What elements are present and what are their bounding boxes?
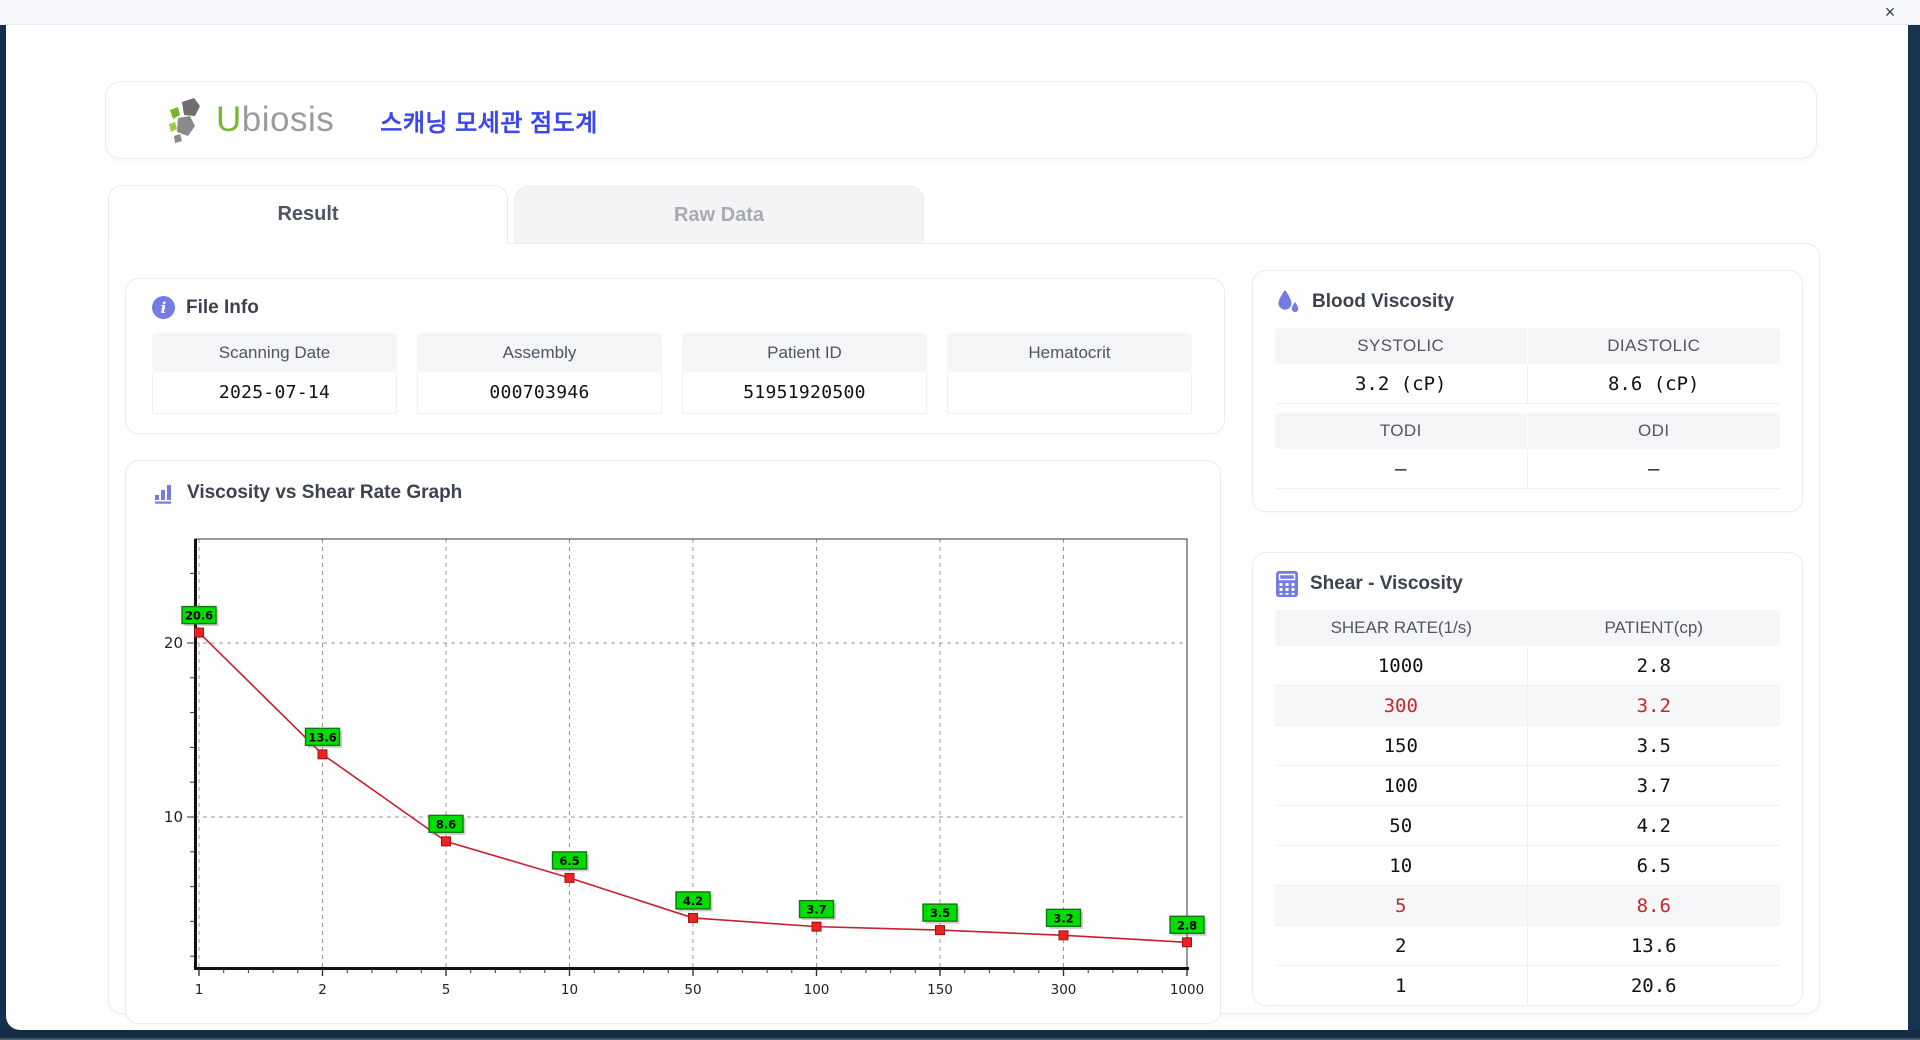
svg-text:20: 20 — [164, 634, 183, 652]
file-info-header: Patient ID — [682, 333, 927, 372]
bv-value: – — [1275, 449, 1528, 489]
bar-chart-icon — [152, 481, 176, 505]
patient-cp-cell: 20.6 — [1528, 966, 1781, 1005]
svg-text:5: 5 — [442, 982, 451, 998]
blood-viscosity-card: Blood Viscosity SYSTOLICDIASTOLIC3.2 (cP… — [1252, 270, 1803, 512]
file-info-title: File Info — [186, 297, 259, 319]
svg-text:10: 10 — [561, 982, 578, 998]
svg-text:3.2: 3.2 — [1053, 911, 1073, 925]
shear-table-row: 504.2 — [1275, 806, 1780, 846]
shear-table-row: 120.6 — [1275, 966, 1780, 1006]
blood-viscosity-title: Blood Viscosity — [1312, 291, 1454, 313]
close-icon[interactable]: × — [1878, 1, 1902, 23]
ubiosis-logo: Ubiosis — [162, 94, 334, 146]
svg-text:10: 10 — [164, 808, 183, 826]
app-title: 스캐닝 모세관 점도계 — [380, 103, 598, 138]
bv-header: SYSTOLIC — [1275, 328, 1528, 364]
patient-cp-cell: 6.5 — [1528, 846, 1781, 885]
bv-header: TODI — [1275, 413, 1528, 449]
patient-cp-cell: 3.7 — [1528, 766, 1781, 805]
file-info-value: 2025-07-14 — [152, 372, 397, 414]
header-card: Ubiosis 스캐닝 모세관 점도계 — [105, 81, 1817, 159]
svg-text:2: 2 — [318, 982, 327, 998]
file-info-value: 000703946 — [417, 372, 662, 414]
svg-text:20.6: 20.6 — [185, 609, 213, 623]
shear-viscosity-table: SHEAR RATE(1/s) PATIENT(cp) 10002.83003.… — [1275, 610, 1780, 1006]
app-window: Ubiosis 스캐닝 모세관 점도계 Result Raw Data i Fi… — [6, 25, 1908, 1030]
patient-cp-cell: 3.2 — [1528, 686, 1781, 725]
desktop-edge-bottom — [0, 1030, 1920, 1040]
shear-table-row: 3003.2 — [1275, 686, 1780, 726]
graph-card: Viscosity vs Shear Rate Graph 10 20 1 2 5 10 5… — [125, 460, 1221, 1024]
svg-text:6.5: 6.5 — [559, 854, 579, 868]
svg-text:3.7: 3.7 — [806, 903, 826, 917]
svg-text:13.6: 13.6 — [308, 730, 336, 744]
tab-result[interactable]: Result — [108, 185, 508, 244]
result-panel: i File Info Scanning Date Assembly Patient… — [108, 243, 1820, 1014]
shear-rate-cell: 100 — [1275, 766, 1528, 805]
patient-cp-cell: 3.5 — [1528, 726, 1781, 765]
blood-viscosity-table: SYSTOLICDIASTOLIC3.2 (cP)8.6 (cP)TODIODI… — [1275, 328, 1780, 489]
svg-text:4.2: 4.2 — [683, 894, 703, 908]
bv-value: 3.2 (cP) — [1275, 364, 1528, 404]
shear-viscosity-card: Shear - Viscosity SHEAR RATE(1/s) PATIEN… — [1252, 552, 1803, 1006]
bv-value: 8.6 (cP) — [1528, 364, 1781, 404]
info-icon: i — [152, 296, 175, 319]
calculator-icon — [1275, 571, 1299, 597]
svg-text:2.8: 2.8 — [1177, 918, 1197, 932]
shear-col-header: SHEAR RATE(1/s) — [1275, 610, 1528, 646]
shear-table-row: 213.6 — [1275, 926, 1780, 966]
logo-letter-u: U — [216, 100, 242, 139]
water-drops-icon — [1275, 289, 1301, 315]
svg-text:8.6: 8.6 — [436, 817, 456, 831]
svg-text:100: 100 — [804, 982, 830, 998]
svg-text:150: 150 — [927, 982, 953, 998]
svg-text:50: 50 — [684, 982, 701, 998]
shear-rate-cell: 10 — [1275, 846, 1528, 885]
shear-rate-cell: 50 — [1275, 806, 1528, 845]
file-info-headers: Scanning Date Assembly Patient ID Hematocri… — [152, 333, 1198, 372]
patient-cp-cell: 13.6 — [1528, 926, 1781, 965]
shear-table-row: 1003.7 — [1275, 766, 1780, 806]
shear-rate-cell: 5 — [1275, 886, 1528, 925]
bv-value: – — [1528, 449, 1781, 489]
file-info-card: i File Info Scanning Date Assembly Patient… — [125, 278, 1225, 434]
shear-rate-cell: 150 — [1275, 726, 1528, 765]
shear-table-row: 58.6 — [1275, 886, 1780, 926]
shear-viscosity-title: Shear - Viscosity — [1310, 573, 1463, 595]
file-info-header: Scanning Date — [152, 333, 397, 372]
logo-text: Ubiosis — [216, 100, 334, 140]
shear-rate-cell: 1000 — [1275, 646, 1528, 685]
shear-table-row: 10002.8 — [1275, 646, 1780, 686]
shear-table-row: 106.5 — [1275, 846, 1780, 886]
graph-title: Viscosity vs Shear Rate Graph — [187, 482, 462, 504]
svg-text:1: 1 — [195, 982, 204, 998]
file-info-header: Assembly — [417, 333, 662, 372]
file-info-header: Hematocrit — [947, 333, 1192, 372]
tab-raw-data[interactable]: Raw Data — [514, 186, 924, 243]
viscosity-plot-svg: 10 20 1 2 5 10 50 100 150 300 1000 20.6 13.6 8.6 6.5 4.… — [135, 529, 1215, 1019]
desktop-edge-right — [1908, 0, 1920, 1040]
bv-header: DIASTOLIC — [1528, 328, 1781, 364]
shear-rate-cell: 1 — [1275, 966, 1528, 1005]
svg-text:1000: 1000 — [1170, 982, 1204, 998]
file-info-value — [947, 372, 1192, 414]
bv-header: ODI — [1528, 413, 1781, 449]
viscosity-plot: 10 20 1 2 5 10 50 100 150 300 1000 20.6 13.6 8.6 6.5 4.… — [135, 529, 1215, 1019]
shear-table-row: 1503.5 — [1275, 726, 1780, 766]
file-info-value: 51951920500 — [682, 372, 927, 414]
shear-rate-cell: 300 — [1275, 686, 1528, 725]
patient-cp-cell: 4.2 — [1528, 806, 1781, 845]
patient-cp-cell: 2.8 — [1528, 646, 1781, 685]
file-info-values: 2025-07-14 000703946 51951920500 — [152, 372, 1198, 414]
logo-rest: biosis — [242, 100, 334, 139]
svg-text:3.5: 3.5 — [930, 906, 950, 920]
patient-cp-cell: 8.6 — [1528, 886, 1781, 925]
titlebar: × — [0, 0, 1920, 25]
shear-rate-cell: 2 — [1275, 926, 1528, 965]
svg-text:300: 300 — [1051, 982, 1077, 998]
ubiosis-logo-icon — [162, 94, 214, 146]
patient-col-header: PATIENT(cp) — [1528, 610, 1781, 646]
